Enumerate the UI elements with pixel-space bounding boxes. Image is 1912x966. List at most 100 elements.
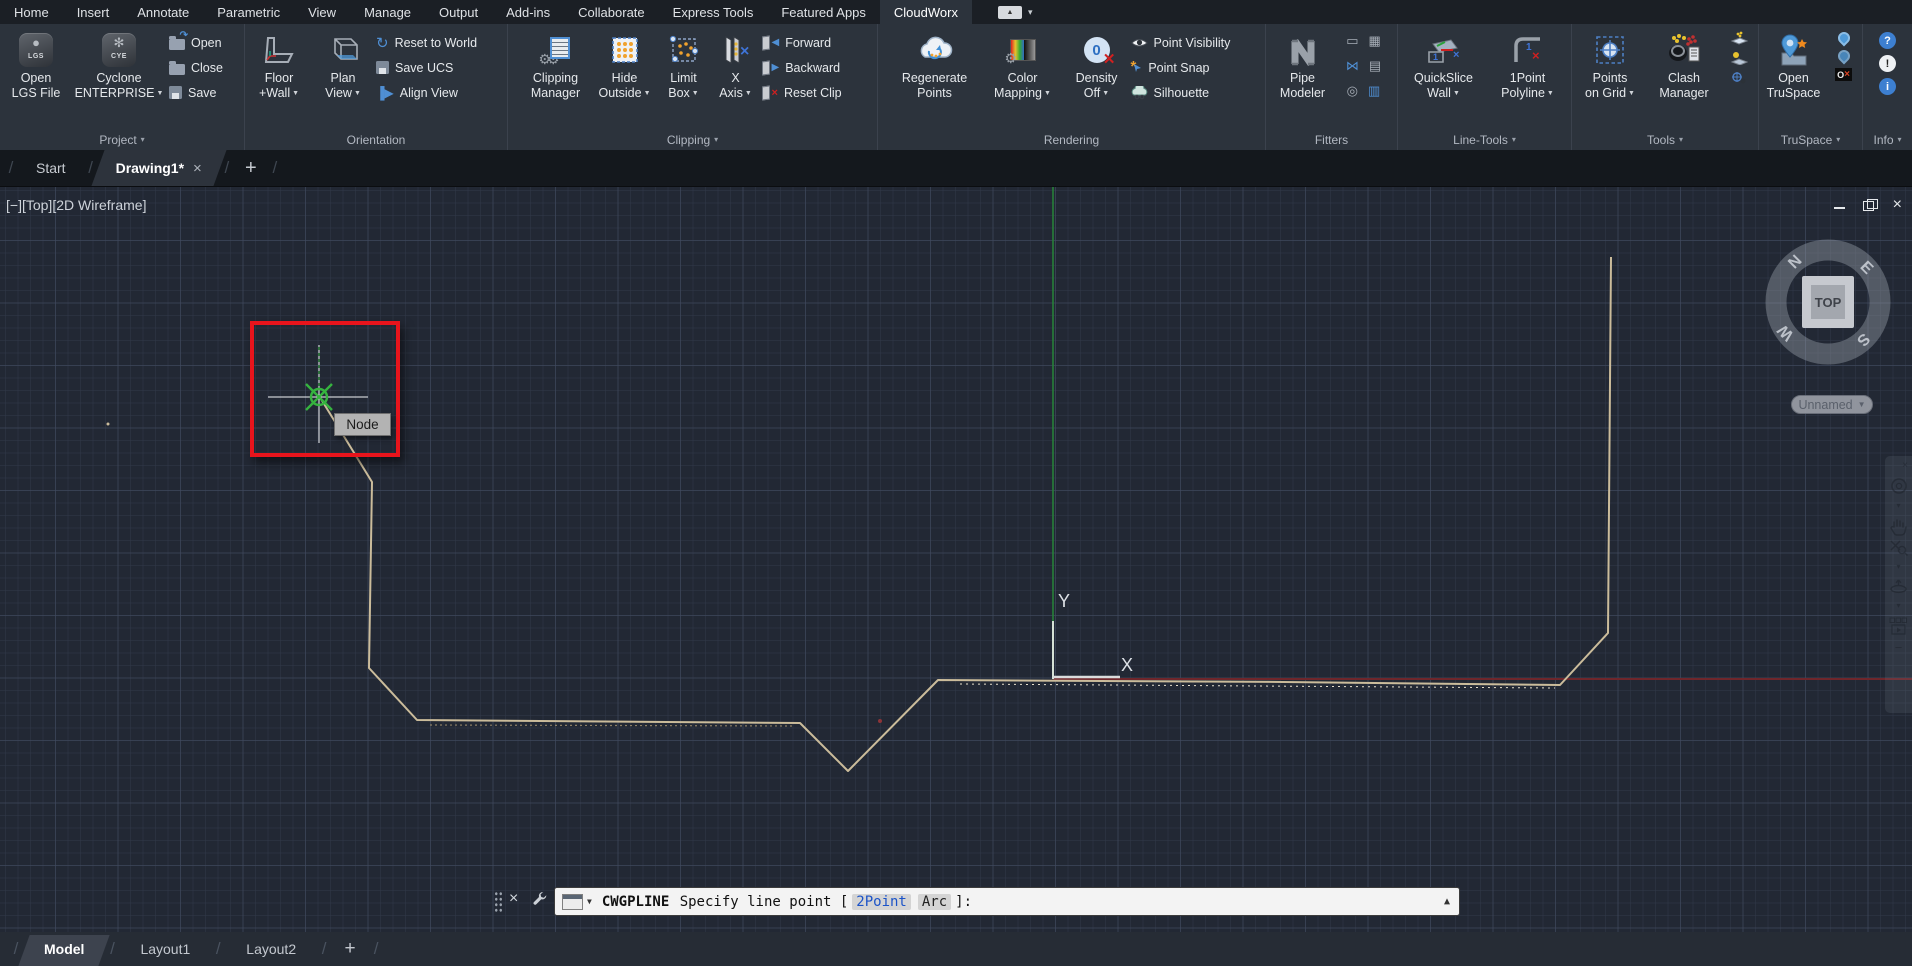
save-ucs-button[interactable]: Save UCS: [376, 58, 504, 77]
ribbon-collapse-button[interactable]: ▲: [998, 6, 1022, 19]
viewport-controls-menu[interactable]: [−]: [6, 197, 22, 213]
command-close-icon[interactable]: ×: [509, 890, 518, 908]
open-lgs-file-button[interactable]: ●LGS Open LGS File: [3, 26, 69, 129]
command-option-2point[interactable]: 2Point: [852, 894, 911, 910]
x-axis-clip-button[interactable]: × X Axis▼: [712, 26, 760, 129]
orbit-icon[interactable]: [1889, 578, 1908, 595]
points-on-grid-button[interactable]: Points on Grid▼: [1574, 26, 1646, 129]
project-save-button[interactable]: Save: [169, 83, 241, 102]
clash-manager-button[interactable]: Clash Manager: [1648, 26, 1720, 129]
limit-box-button[interactable]: Limit Box▼: [658, 26, 710, 129]
menu-tab-output[interactable]: Output: [425, 0, 492, 24]
close-icon[interactable]: ×: [1893, 199, 1902, 211]
one-point-polyline-button[interactable]: 1× 1Point Polyline▼: [1488, 26, 1568, 129]
menu-tab-insert[interactable]: Insert: [63, 0, 124, 24]
fit-cylinder-icon[interactable]: ▭: [1346, 33, 1358, 49]
truspace-visibility-icon[interactable]: [1835, 48, 1852, 65]
panel-label-tools[interactable]: Tools▾: [1572, 129, 1758, 150]
new-layout-button[interactable]: +: [332, 932, 368, 966]
file-tab-drawing1[interactable]: Drawing1* ×: [98, 150, 220, 186]
regenerate-points-button[interactable]: Regenerate Points: [889, 26, 981, 129]
fit-steel-icon[interactable]: ▤: [1369, 58, 1381, 74]
panel-label-info[interactable]: Info▾: [1863, 129, 1912, 150]
menu-tab-cloudworx[interactable]: CloudWorx: [880, 0, 972, 24]
restore-icon[interactable]: [1863, 199, 1877, 211]
menu-tab-view[interactable]: View: [294, 0, 350, 24]
hide-outside-button[interactable]: Hide Outside▼: [594, 26, 656, 129]
panel-label-clipping[interactable]: Clipping▾: [508, 129, 877, 150]
fit-valve-icon[interactable]: ⋈: [1346, 58, 1359, 74]
chevron-down-icon[interactable]: ▼: [587, 897, 592, 906]
about-icon[interactable]: i: [1879, 78, 1896, 95]
layout-tab-layout1[interactable]: Layout1: [120, 932, 210, 966]
viewport-view-menu[interactable]: [Top]: [22, 197, 52, 213]
clip-forward-button[interactable]: ◀Forward: [762, 33, 866, 52]
zoom-icon[interactable]: [1890, 540, 1908, 556]
color-mapping-button[interactable]: Color Mapping▼: [983, 26, 1063, 129]
alert-icon[interactable]: !: [1879, 55, 1896, 72]
viewcube-views-pill[interactable]: Unnamed▼: [1791, 395, 1873, 414]
viewcube[interactable]: N E S W TOP: [1758, 222, 1898, 382]
command-option-arc[interactable]: Arc: [918, 894, 951, 910]
navbar-close-icon[interactable]: ×: [1902, 459, 1908, 473]
menu-tab-collaborate[interactable]: Collaborate: [564, 0, 659, 24]
align-view-button[interactable]: ▐▶Align View: [376, 83, 504, 102]
panel-label-project[interactable]: Project▾: [0, 129, 244, 150]
help-icon[interactable]: ?: [1879, 32, 1896, 49]
menu-tab-parametric[interactable]: Parametric: [203, 0, 294, 24]
truspace-locate-icon[interactable]: [1835, 30, 1852, 47]
fit-patch-icon[interactable]: ▦: [1369, 33, 1381, 49]
panel-label-line-tools[interactable]: Line-Tools▾: [1398, 129, 1571, 150]
project-close-button[interactable]: Close: [169, 58, 241, 77]
menu-tab-express-tools[interactable]: Express Tools: [659, 0, 768, 24]
cyclone-enterprise-button[interactable]: ✻CYE Cyclone ENTERPRISE▼: [71, 26, 167, 129]
point-snap-button[interactable]: *Point Snap: [1131, 58, 1255, 77]
chevron-down-icon[interactable]: ▾: [1896, 560, 1900, 574]
navigation-bar[interactable]: × ▾ ▾ ▾ −: [1885, 456, 1912, 713]
points-to-plane-icon[interactable]: [1730, 31, 1748, 45]
reset-clip-button[interactable]: ×Reset Clip: [762, 83, 866, 102]
minimize-icon[interactable]: [1833, 199, 1847, 211]
fit-beam-icon[interactable]: ▥: [1368, 83, 1380, 99]
chevron-down-icon[interactable]: ▾: [1896, 499, 1900, 513]
menu-tab-home[interactable]: Home: [0, 0, 63, 24]
chevron-down-icon[interactable]: ▾: [1896, 599, 1900, 613]
point-visibility-button[interactable]: Point Visibility: [1131, 33, 1255, 52]
menu-tab-featured-apps[interactable]: Featured Apps: [767, 0, 880, 24]
quickslice-wall-button[interactable]: ×1 QuickSlice Wall▼: [1402, 26, 1486, 129]
navbar-collapse-icon[interactable]: −: [1895, 641, 1903, 655]
floor-wall-button[interactable]: Floor +Wall▼: [248, 26, 310, 129]
project-open-button[interactable]: Open: [169, 33, 241, 52]
palette-grip-handle[interactable]: [494, 891, 503, 914]
command-input[interactable]: ▼ CWGPLINE Specify line point [ 2Point A…: [554, 887, 1460, 916]
viewport-visual-style-menu[interactable]: [2D Wireframe]: [52, 197, 146, 213]
menu-tab-annotate[interactable]: Annotate: [123, 0, 203, 24]
plan-view-button[interactable]: Plan View▼: [312, 26, 374, 129]
clip-backward-button[interactable]: ▶Backward: [762, 58, 866, 77]
file-tab-start[interactable]: Start: [18, 150, 84, 186]
pan-hand-icon[interactable]: [1890, 517, 1907, 536]
truspace-density-off-icon[interactable]: O×: [1835, 68, 1852, 81]
new-drawing-tab-button[interactable]: +: [234, 150, 268, 186]
navigation-wheel-icon[interactable]: [1890, 477, 1908, 495]
menu-tab-manage[interactable]: Manage: [350, 0, 425, 24]
target-visibility-icon[interactable]: [1730, 71, 1748, 85]
showmotion-icon[interactable]: [1889, 617, 1908, 635]
ribbon-collapse-menu-caret[interactable]: ▾: [1028, 7, 1033, 18]
recent-commands-icon[interactable]: [562, 894, 583, 910]
command-history-up-icon[interactable]: ▲: [1444, 896, 1450, 907]
pipe-modeler-button[interactable]: Pipe Modeler: [1272, 26, 1334, 129]
close-tab-icon[interactable]: ×: [193, 160, 202, 177]
menu-tab-addins[interactable]: Add-ins: [492, 0, 564, 24]
panel-label-truspace[interactable]: TruSpace▾: [1759, 129, 1862, 150]
fit-flange-icon[interactable]: ◎: [1347, 83, 1358, 99]
open-truspace-button[interactable]: Open TruSpace: [1762, 26, 1826, 129]
customize-wrench-icon[interactable]: [532, 890, 549, 912]
reset-to-world-button[interactable]: ↻Reset to World: [376, 33, 504, 52]
layout-tab-model[interactable]: Model: [24, 932, 104, 966]
density-off-button[interactable]: 0 Density Off▼: [1065, 26, 1129, 129]
silhouette-button[interactable]: Silhouette: [1131, 83, 1255, 102]
layout-tab-layout2[interactable]: Layout2: [226, 932, 316, 966]
drawing-viewport[interactable]: [−] [Top] [2D Wireframe] × N E S W TOP U…: [0, 186, 1912, 932]
clipping-manager-button[interactable]: Clipping Manager: [520, 26, 592, 129]
